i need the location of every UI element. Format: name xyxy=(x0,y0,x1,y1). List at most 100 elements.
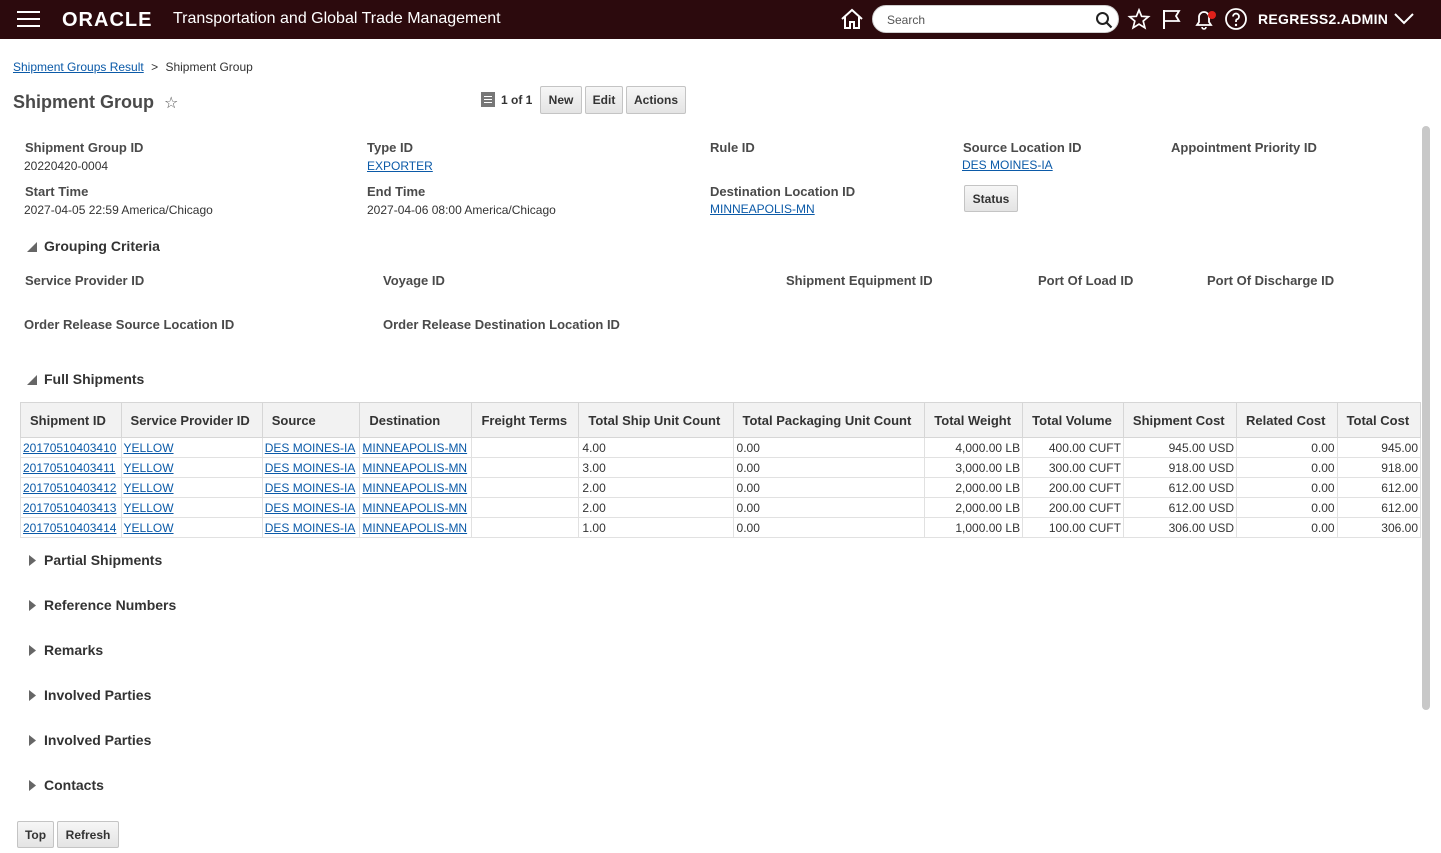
shipment-id-link[interactable]: 20170510403412 xyxy=(23,481,116,495)
column-header-freight-terms[interactable]: Freight Terms xyxy=(471,402,580,438)
status-button[interactable]: Status xyxy=(964,185,1018,212)
shipment-equipment-id-label: Shipment Equipment ID xyxy=(786,273,933,288)
column-header-shipment-id[interactable]: Shipment ID xyxy=(20,402,122,438)
total-cost-cell: 612.00 xyxy=(1336,477,1422,498)
favorites-star-icon[interactable] xyxy=(1127,8,1151,30)
column-header-related-cost[interactable]: Related Cost xyxy=(1236,402,1338,438)
reference-numbers-title: Reference Numbers xyxy=(44,597,177,613)
total-weight-cell: 2,000.00 LB xyxy=(924,497,1024,518)
service-provider-link[interactable]: YELLOW xyxy=(124,481,174,495)
order-release-source-location-id-label: Order Release Source Location ID xyxy=(24,317,235,332)
service-provider-link[interactable]: YELLOW xyxy=(124,501,174,515)
grouping-criteria-section-header[interactable]: Grouping Criteria xyxy=(26,238,160,254)
record-list-icon[interactable] xyxy=(481,92,495,107)
ship-unit-count-cell: 2.00 xyxy=(578,477,734,498)
oracle-logo: ORACLE xyxy=(62,9,153,31)
refresh-button[interactable]: Refresh xyxy=(57,821,119,848)
menu-icon[interactable] xyxy=(17,11,40,28)
destination-link[interactable]: MINNEAPOLIS-MN xyxy=(362,521,467,535)
packaging-unit-count-cell: 0.00 xyxy=(732,497,926,518)
service-provider-link[interactable]: YELLOW xyxy=(124,521,174,535)
service-provider-link[interactable]: YELLOW xyxy=(124,461,174,475)
add-favorite-star-icon[interactable]: ☆ xyxy=(164,93,178,113)
related-cost-cell: 0.00 xyxy=(1236,477,1338,498)
total-cost-cell: 612.00 xyxy=(1336,497,1422,518)
expand-triangle-icon xyxy=(29,690,36,701)
packaging-unit-count-cell: 0.00 xyxy=(732,517,926,538)
freight-terms-cell xyxy=(471,497,580,518)
reference-numbers-section-header[interactable]: Reference Numbers xyxy=(26,597,176,613)
edit-button[interactable]: Edit xyxy=(585,86,623,114)
record-count: 1 of 1 xyxy=(501,92,533,107)
column-header-service-provider-id[interactable]: Service Provider ID xyxy=(120,402,263,438)
top-button[interactable]: Top xyxy=(17,821,54,848)
source-location-id-link[interactable]: DES MOINES-IA xyxy=(962,158,1053,172)
column-header-source[interactable]: Source xyxy=(261,402,361,438)
remarks-title: Remarks xyxy=(44,642,104,658)
related-cost-cell: 0.00 xyxy=(1236,517,1338,538)
shipment-id-link[interactable]: 20170510403413 xyxy=(23,501,116,515)
destination-location-id-link[interactable]: MINNEAPOLIS-MN xyxy=(710,202,815,216)
destination-link[interactable]: MINNEAPOLIS-MN xyxy=(362,481,467,495)
column-header-total-packaging-unit-count[interactable]: Total Packaging Unit Count xyxy=(732,402,926,438)
source-link[interactable]: DES MOINES-IA xyxy=(265,481,356,495)
total-cost-cell: 306.00 xyxy=(1336,517,1422,538)
shipment-id-link[interactable]: 20170510403411 xyxy=(23,461,116,475)
packaging-unit-count-cell: 0.00 xyxy=(732,457,926,478)
chevron-down-icon[interactable] xyxy=(1393,12,1415,26)
involved-parties-title: Involved Parties xyxy=(44,687,152,703)
shipment-cost-cell: 945.00 USD xyxy=(1122,437,1238,458)
search-input[interactable] xyxy=(885,10,1085,30)
contacts-section-header[interactable]: Contacts xyxy=(26,777,104,793)
total-volume-cell: 200.00 CUFT xyxy=(1022,497,1124,518)
breadcrumb-shipment-groups-result[interactable]: Shipment Groups Result xyxy=(13,60,144,74)
destination-link[interactable]: MINNEAPOLIS-MN xyxy=(362,501,467,515)
user-menu[interactable]: REGRESS2.ADMIN xyxy=(1258,11,1388,27)
shipment-group-id-value: 20220420-0004 xyxy=(24,159,109,173)
related-cost-cell: 0.00 xyxy=(1236,437,1338,458)
source-link[interactable]: DES MOINES-IA xyxy=(265,441,356,455)
help-icon[interactable] xyxy=(1224,8,1248,30)
full-shipments-title: Full Shipments xyxy=(44,371,145,387)
shipment-cost-cell: 612.00 USD xyxy=(1122,477,1238,498)
partial-shipments-section-header[interactable]: Partial Shipments xyxy=(26,552,162,568)
source-link[interactable]: DES MOINES-IA xyxy=(265,521,356,535)
end-time-label: End Time xyxy=(367,184,426,199)
destination-location-id-label: Destination Location ID xyxy=(710,184,856,199)
destination-link[interactable]: MINNEAPOLIS-MN xyxy=(362,441,467,455)
expand-triangle-icon xyxy=(29,600,36,611)
column-header-total-ship-unit-count[interactable]: Total Ship Unit Count xyxy=(578,402,734,438)
port-of-discharge-id-label: Port Of Discharge ID xyxy=(1207,273,1335,288)
column-header-total-cost[interactable]: Total Cost xyxy=(1336,402,1422,438)
full-shipments-section-header[interactable]: Full Shipments xyxy=(26,371,144,387)
column-header-total-volume[interactable]: Total Volume xyxy=(1022,402,1124,438)
expand-triangle-icon xyxy=(29,735,36,746)
source-link[interactable]: DES MOINES-IA xyxy=(265,501,356,515)
shipment-id-link[interactable]: 20170510403410 xyxy=(23,441,116,455)
source-link[interactable]: DES MOINES-IA xyxy=(265,461,356,475)
column-header-total-weight[interactable]: Total Weight xyxy=(924,402,1024,438)
remarks-section-header[interactable]: Remarks xyxy=(26,642,103,658)
collapse-triangle-icon xyxy=(27,242,37,252)
flag-icon[interactable] xyxy=(1160,8,1184,30)
top-header-bar: ORACLE Transportation and Global Trade M… xyxy=(0,0,1441,39)
shipment-id-link[interactable]: 20170510403414 xyxy=(23,521,116,535)
vertical-scrollbar[interactable] xyxy=(1422,126,1430,710)
start-time-value: 2027-04-05 22:59 America/Chicago xyxy=(24,203,213,217)
new-button[interactable]: New xyxy=(540,86,582,114)
service-provider-link[interactable]: YELLOW xyxy=(124,441,174,455)
home-icon[interactable] xyxy=(840,8,864,30)
involved-parties-section-header-2[interactable]: Involved Parties xyxy=(26,732,151,748)
notifications-bell-icon[interactable] xyxy=(1193,8,1217,30)
breadcrumb-separator: > xyxy=(151,60,159,74)
column-header-destination[interactable]: Destination xyxy=(359,402,473,438)
type-id-label: Type ID xyxy=(367,140,413,155)
involved-parties-section-header[interactable]: Involved Parties xyxy=(26,687,151,703)
search-icon[interactable] xyxy=(1095,11,1113,29)
full-shipments-table: Shipment ID Service Provider ID Source D… xyxy=(20,402,1422,538)
shipment-group-id-label: Shipment Group ID xyxy=(25,140,144,155)
destination-link[interactable]: MINNEAPOLIS-MN xyxy=(362,461,467,475)
type-id-link[interactable]: EXPORTER xyxy=(367,159,433,173)
column-header-shipment-cost[interactable]: Shipment Cost xyxy=(1122,402,1238,438)
actions-button[interactable]: Actions xyxy=(626,86,686,114)
